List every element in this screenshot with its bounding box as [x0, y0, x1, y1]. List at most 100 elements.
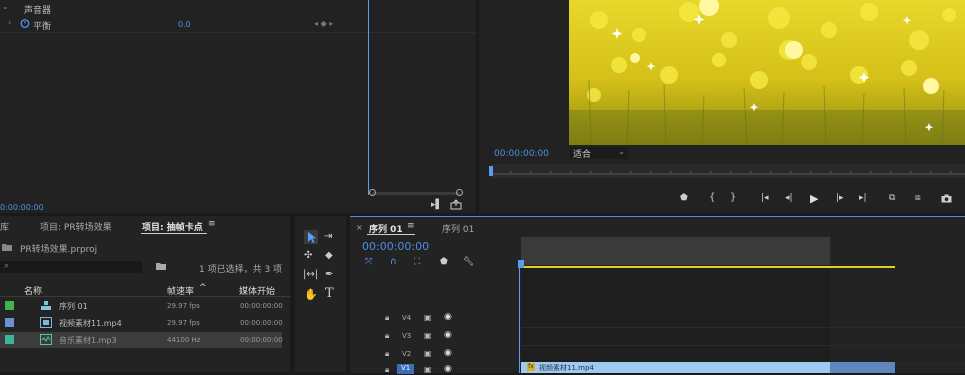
- program-timecode[interactable]: 00:00:00:00: [494, 149, 549, 159]
- track-divider: [521, 345, 965, 346]
- mark-out-icon[interactable]: }: [730, 192, 736, 203]
- lock-icon[interactable]: 🔒︎: [385, 349, 389, 359]
- project-file-name: PR转场效果.prproj: [20, 245, 98, 255]
- sync-lock-icon[interactable]: ▣: [424, 331, 432, 340]
- track-label: V3: [402, 332, 412, 340]
- timeline-panel: × 序列 01 ≡ 序列 01 00:00:00:00 ⤧ ∩ ⛶ ⬟ 🔧︎ 🔒…: [350, 216, 965, 374]
- tab-underline: [141, 233, 207, 234]
- item-start: 00:00:00:00: [240, 302, 283, 310]
- razor-tool-icon[interactable]: ◆: [325, 250, 333, 261]
- program-time-ruler[interactable]: [491, 164, 965, 178]
- stopwatch-icon[interactable]: [20, 18, 30, 28]
- track-label: V2: [402, 350, 412, 358]
- tools-panel: ⇥ ✣ ◆ |↔| ✒ ✋ T: [295, 216, 346, 372]
- item-fps: 44100 Hz: [167, 336, 201, 344]
- lock-icon[interactable]: 🔒︎: [385, 331, 389, 341]
- playhead-line: [368, 0, 369, 195]
- expand-arrow-icon[interactable]: ⌄: [2, 2, 9, 11]
- hand-tool-icon[interactable]: ✋: [304, 288, 318, 301]
- add-marker-icon[interactable]: ⬟: [680, 193, 688, 203]
- tab-project-beat[interactable]: 项目: 抽帧卡点: [142, 220, 203, 233]
- list-item[interactable]: 视频素材11.mp4 29.97 fps 00:00:00:00: [0, 315, 283, 331]
- label-color-swatch[interactable]: [5, 335, 14, 344]
- label-color-swatch[interactable]: [5, 301, 14, 310]
- track-divider: [521, 327, 965, 328]
- track-area[interactable]: [521, 268, 830, 373]
- step-back-icon[interactable]: ◂|: [785, 193, 793, 203]
- scroll-handle[interactable]: [369, 189, 376, 196]
- tab-underline: [367, 234, 415, 235]
- collapse-arrow-icon[interactable]: ›: [8, 18, 11, 27]
- effect-row-label: 声音器: [24, 6, 52, 16]
- label-color-swatch[interactable]: [5, 318, 14, 327]
- effect-row-label: 平衡: [33, 22, 52, 32]
- search-icon: ⌕: [4, 261, 10, 271]
- wrench-icon[interactable]: 🔧︎: [463, 257, 474, 267]
- fit-dropdown[interactable]: 适合 ⌄: [570, 147, 628, 160]
- fit-dropdown-label: 适合: [573, 150, 592, 160]
- panel-menu-icon[interactable]: ≡: [208, 219, 216, 229]
- eye-icon[interactable]: ◉: [444, 348, 452, 358]
- balance-value[interactable]: 0.0: [178, 20, 191, 29]
- timeline-ruler-empty[interactable]: [830, 237, 965, 265]
- sort-ascending-icon[interactable]: ^: [199, 283, 207, 293]
- clip-tail-shade: [830, 362, 895, 373]
- program-playhead[interactable]: [489, 166, 493, 176]
- track-header-v1: 🔒︎ V1 ▣ ◉: [350, 364, 520, 374]
- effect-timecode[interactable]: 0:00:00:00: [0, 203, 44, 212]
- effect-controls-panel: ⌄ 声音器 › 平衡 0.0 ◂ ◆ ▸ 0:00:00:00 ▸▌: [0, 0, 476, 213]
- list-item[interactable]: 序列 01 29.97 fps 00:00:00:00: [0, 298, 283, 314]
- insert-icon[interactable]: ⧉: [889, 193, 895, 203]
- snap-icon[interactable]: ∩: [390, 257, 397, 267]
- tab-project-transitions[interactable]: 项目: PR转场效果: [40, 220, 112, 233]
- item-start: 00:00:00:00: [240, 319, 283, 327]
- track-select-tool-icon[interactable]: ⇥: [324, 231, 332, 242]
- slip-tool-icon[interactable]: |↔|: [303, 269, 318, 280]
- track-header-v2: 🔒︎ V2 ▣ ◉: [350, 346, 520, 363]
- keyframe-nav-icon[interactable]: ◂ ◆ ▸: [314, 19, 333, 28]
- overwrite-icon[interactable]: ⧈: [915, 193, 921, 203]
- sync-lock-icon[interactable]: ▣: [424, 365, 432, 374]
- search-input[interactable]: ⌕: [0, 261, 142, 273]
- go-to-in-icon[interactable]: |◂: [761, 193, 769, 203]
- eye-icon[interactable]: ◉: [444, 364, 452, 374]
- step-forward-icon[interactable]: |▸: [836, 193, 844, 203]
- export-icon[interactable]: [450, 199, 462, 210]
- lock-icon[interactable]: 🔒︎: [385, 313, 389, 323]
- type-tool-icon[interactable]: T: [325, 286, 334, 301]
- tab-sequence-other[interactable]: 序列 01: [442, 222, 474, 235]
- play-audio-icon[interactable]: ▸▌: [431, 200, 442, 210]
- new-bin-icon[interactable]: [156, 262, 166, 270]
- fx-badge-icon: fx: [527, 363, 535, 371]
- item-name: 序列 01: [59, 302, 88, 311]
- mark-in-icon[interactable]: {: [709, 192, 715, 203]
- eye-icon[interactable]: ◉: [444, 330, 452, 340]
- add-marker-icon[interactable]: ⬟: [440, 257, 448, 267]
- timeline-ruler[interactable]: [521, 237, 830, 265]
- sequence-icon: [40, 300, 52, 311]
- selection-tool-icon[interactable]: [304, 230, 318, 244]
- panel-menu-icon[interactable]: ≡: [407, 221, 415, 231]
- ripple-edit-tool-icon[interactable]: ✣: [304, 250, 312, 261]
- play-icon[interactable]: ▶: [810, 192, 818, 205]
- sync-lock-icon[interactable]: ▣: [424, 349, 432, 358]
- nest-icon[interactable]: ⤧: [365, 257, 372, 267]
- folder-icon: [2, 243, 12, 251]
- track-label[interactable]: V1: [397, 364, 415, 374]
- item-fps: 29.97 fps: [167, 302, 200, 310]
- selection-info: 1 项已选择，共 3 项: [199, 265, 283, 275]
- project-panel: 库 项目: PR转场效果 项目: 抽帧卡点 ≡ PR转场效果.prproj ⌕ …: [0, 216, 290, 372]
- close-icon[interactable]: ×: [356, 223, 363, 232]
- pen-tool-icon[interactable]: ✒: [325, 269, 333, 280]
- lock-icon[interactable]: 🔒︎: [385, 365, 389, 375]
- camera-icon[interactable]: [941, 194, 952, 203]
- zoom-scrollbar[interactable]: [372, 192, 460, 195]
- timeline-timecode[interactable]: 00:00:00:00: [362, 240, 429, 253]
- scroll-handle[interactable]: [456, 189, 463, 196]
- eye-icon[interactable]: ◉: [444, 312, 452, 322]
- go-to-out-icon[interactable]: ▸|: [859, 193, 867, 203]
- sync-lock-icon[interactable]: ▣: [424, 313, 432, 322]
- linked-selection-icon[interactable]: ⛶: [414, 257, 420, 267]
- list-item-selected[interactable]: 音乐素材1.mp3 44100 Hz 00:00:00:00: [0, 332, 283, 348]
- tab-library[interactable]: 库: [0, 220, 9, 233]
